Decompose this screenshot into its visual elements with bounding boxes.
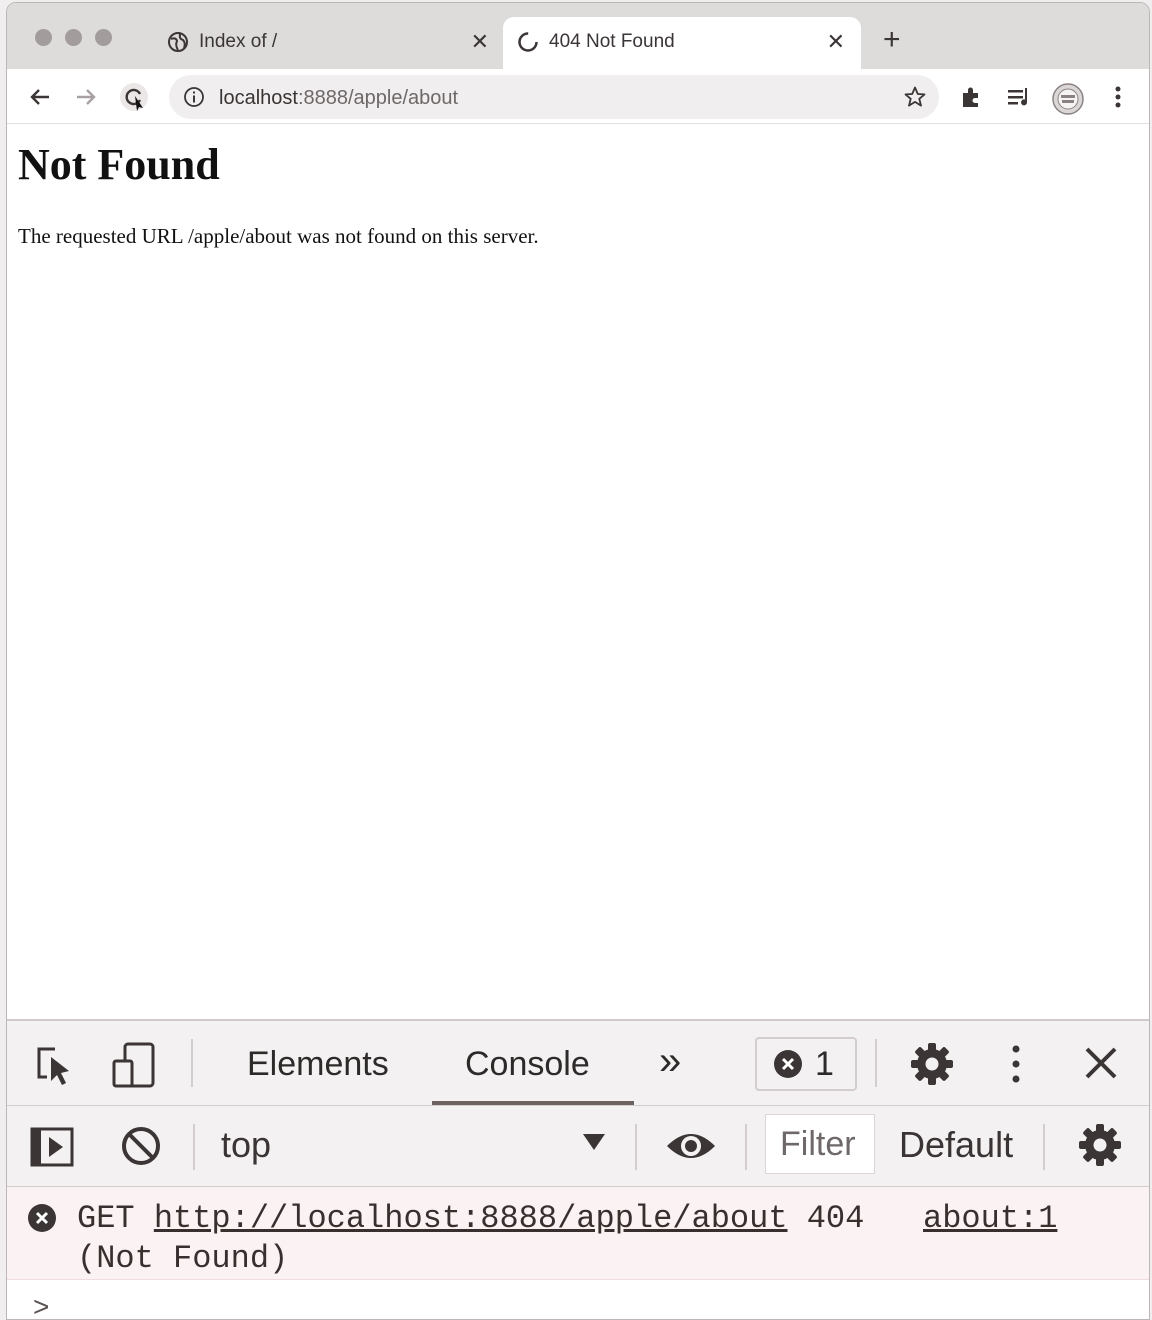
separator bbox=[745, 1124, 747, 1170]
error-count-badge[interactable]: 1 bbox=[755, 1037, 857, 1091]
forward-arrow-icon[interactable] bbox=[71, 82, 101, 112]
back-arrow-icon[interactable] bbox=[25, 82, 55, 112]
close-window-button[interactable] bbox=[35, 29, 52, 46]
live-expression-eye-icon[interactable] bbox=[665, 1124, 717, 1168]
context-dropdown-arrow-icon[interactable] bbox=[583, 1134, 605, 1150]
globe-icon bbox=[167, 31, 189, 53]
clear-console-icon[interactable] bbox=[119, 1124, 163, 1168]
url-host: localhost bbox=[219, 87, 298, 109]
url-text[interactable]: localhost:8888/apple/about bbox=[219, 87, 458, 110]
new-tab-button[interactable]: + bbox=[883, 25, 901, 55]
active-tab-indicator bbox=[432, 1101, 634, 1105]
page-heading: Not Found bbox=[18, 140, 220, 189]
status-code: 404 bbox=[806, 1200, 865, 1237]
close-devtools-icon[interactable] bbox=[1083, 1045, 1119, 1081]
error-icon bbox=[27, 1203, 57, 1233]
status-text: (Not Found) bbox=[77, 1240, 289, 1277]
filter-input[interactable] bbox=[766, 1115, 874, 1173]
source-link[interactable]: about:1 bbox=[923, 1199, 1057, 1239]
devtools-panel: Elements Console » 1 top Filter Default … bbox=[7, 1019, 1149, 1319]
separator bbox=[875, 1039, 877, 1087]
request-url-link[interactable]: http://localhost:8888/apple/about bbox=[154, 1200, 788, 1237]
tab-strip: Index of / ✕ 404 Not Found ✕ + bbox=[7, 3, 1149, 69]
settings-gear-icon[interactable] bbox=[909, 1041, 955, 1087]
context-selector[interactable]: top bbox=[221, 1124, 271, 1166]
console-settings-gear-icon[interactable] bbox=[1077, 1122, 1123, 1168]
tab-console[interactable]: Console bbox=[465, 1045, 590, 1084]
more-tabs-button[interactable]: » bbox=[659, 1039, 681, 1084]
error-count: 1 bbox=[815, 1045, 834, 1083]
separator bbox=[193, 1124, 195, 1170]
reload-icon[interactable] bbox=[119, 82, 149, 112]
minimize-window-button[interactable] bbox=[65, 29, 82, 46]
url-path: :8888/apple/about bbox=[297, 87, 459, 109]
address-bar[interactable]: localhost:8888/apple/about bbox=[169, 75, 939, 119]
console-prompt[interactable]: > bbox=[33, 1291, 49, 1319]
error-icon bbox=[773, 1049, 803, 1079]
log-levels-dropdown[interactable]: Default bbox=[899, 1124, 1013, 1166]
browser-window: Index of / ✕ 404 Not Found ✕ + localhost… bbox=[6, 2, 1150, 1320]
filter-field[interactable] bbox=[765, 1114, 875, 1174]
request-method: GET bbox=[77, 1200, 135, 1237]
tab-title: 404 Not Found bbox=[549, 31, 675, 52]
tab-404-not-found[interactable]: 404 Not Found ✕ bbox=[503, 17, 861, 69]
tab-elements[interactable]: Elements bbox=[247, 1045, 389, 1084]
close-tab-icon[interactable]: ✕ bbox=[827, 29, 845, 55]
maximize-window-button[interactable] bbox=[95, 29, 112, 46]
extensions-puzzle-icon[interactable] bbox=[957, 82, 987, 112]
tab-title: Index of / bbox=[199, 31, 278, 52]
bookmark-star-icon[interactable] bbox=[903, 85, 927, 109]
info-icon[interactable] bbox=[183, 86, 205, 108]
console-error-message: GET http://localhost:8888/apple/about 40… bbox=[7, 1187, 1149, 1280]
show-sidebar-icon[interactable] bbox=[29, 1124, 75, 1170]
page-message: The requested URL /apple/about was not f… bbox=[18, 224, 539, 248]
devtools-menu-kebab-icon[interactable] bbox=[1001, 1041, 1031, 1087]
separator bbox=[1043, 1124, 1045, 1170]
profile-avatar-icon[interactable] bbox=[1051, 82, 1084, 115]
console-toolbar: top Default bbox=[7, 1106, 1149, 1187]
page-content: Not Found The requested URL /apple/about… bbox=[7, 124, 1149, 1019]
loading-icon bbox=[517, 31, 539, 53]
browser-toolbar: localhost:8888/apple/about bbox=[7, 69, 1149, 124]
media-queue-icon[interactable] bbox=[1005, 82, 1035, 112]
separator bbox=[635, 1124, 637, 1170]
tab-index[interactable]: Index of / ✕ bbox=[153, 17, 505, 69]
devtools-tab-bar: Elements Console » 1 bbox=[7, 1021, 1149, 1106]
close-tab-icon[interactable]: ✕ bbox=[471, 29, 489, 55]
menu-kebab-icon[interactable] bbox=[1103, 82, 1133, 112]
separator bbox=[191, 1039, 193, 1087]
inspect-element-icon[interactable] bbox=[33, 1043, 77, 1087]
device-toolbar-icon[interactable] bbox=[111, 1041, 159, 1089]
